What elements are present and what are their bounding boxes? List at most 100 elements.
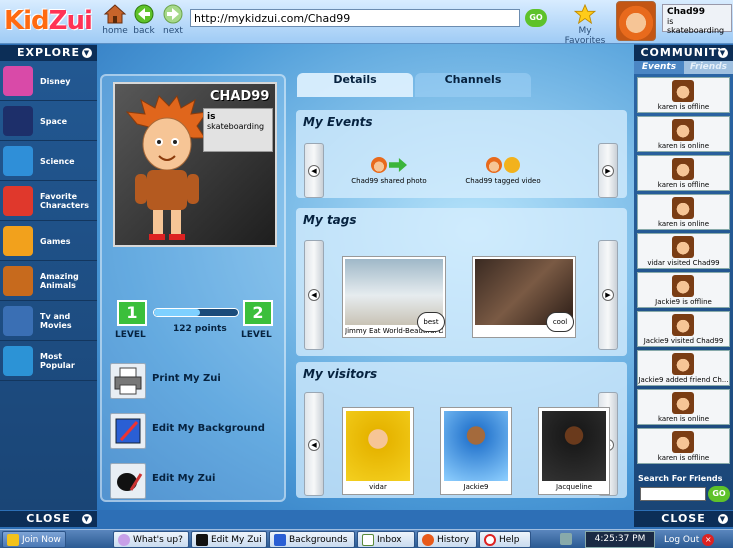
log-out-button[interactable]: Log Out ×	[660, 531, 731, 548]
community-event-item[interactable]: Jackie9 is offline	[637, 272, 730, 308]
explore-sidebar: Disney Space Science Favorite Characters…	[0, 61, 97, 510]
progress-bar	[153, 308, 239, 317]
explore-title: EXPLORE	[16, 46, 80, 59]
progress-fill	[154, 309, 201, 316]
smiley-icon	[118, 533, 130, 546]
home-label: home	[102, 26, 128, 36]
community-event-item[interactable]: karen is online	[637, 194, 730, 230]
community-event-item[interactable]: Jackie9 visited Chad99	[637, 311, 730, 347]
tags-scroll-right[interactable]: ▶	[598, 240, 618, 350]
edit-my-zui-button[interactable]: Edit My Zui	[110, 463, 280, 501]
logo-text-accent: Zui	[48, 6, 93, 36]
tab-events[interactable]: Events	[634, 61, 684, 74]
event-text: Chad99 tagged video	[465, 177, 541, 185]
event-item[interactable]: Chad99 tagged video	[460, 153, 546, 191]
logo-text-main: Kid	[4, 6, 50, 36]
science-icon	[3, 146, 33, 176]
explore-item-amazing-animals[interactable]: Amazing Animals	[0, 261, 97, 301]
favorites-button[interactable]: My Favorites	[560, 4, 610, 46]
envelope-icon	[362, 533, 374, 546]
user-name: Chad99	[667, 7, 706, 17]
kidzui-logo[interactable]: KidZui	[4, 6, 93, 36]
characters-icon	[3, 186, 33, 216]
tag-bubble: best	[417, 312, 445, 332]
events-scroll-left[interactable]: ◀	[304, 143, 324, 198]
print-my-zui-button[interactable]: Print My Zui	[110, 363, 280, 401]
help-button[interactable]: Help	[479, 531, 531, 548]
join-now-button[interactable]: Join Now	[2, 531, 66, 548]
person-icon	[7, 533, 19, 546]
inbox-label: Inbox	[377, 534, 402, 545]
animals-icon	[3, 266, 33, 296]
tab-details[interactable]: Details	[297, 73, 413, 97]
community-event-text: karen is online	[657, 415, 710, 423]
avatar	[672, 158, 694, 180]
back-arrow-icon	[134, 4, 154, 24]
explore-item-tv-and-movies[interactable]: Tv and Movies	[0, 301, 97, 341]
explore-item-most-popular[interactable]: Most Popular	[0, 341, 97, 381]
top-toolbar: KidZui home back next http://mykidzui.co…	[0, 0, 733, 46]
visitor-item[interactable]: Jackie9	[440, 407, 512, 495]
disney-icon	[3, 66, 33, 96]
avatar	[672, 275, 694, 297]
explore-item-disney[interactable]: Disney	[0, 61, 97, 101]
explore-close-button[interactable]: CLOSE ▼	[0, 511, 97, 527]
edit-my-zui-task-button[interactable]: Edit My Zui	[191, 531, 267, 548]
speaker-icon[interactable]	[560, 533, 572, 545]
community-event-item[interactable]: karen is offline	[637, 428, 730, 464]
visitor-item[interactable]: vidar	[342, 407, 414, 495]
address-bar[interactable]: http://mykidzui.com/Chad99	[190, 9, 520, 27]
user-badge[interactable]: Chad99 is skateboarding	[610, 0, 733, 44]
community-event-item[interactable]: karen is online	[637, 116, 730, 152]
explore-item-label: Space	[40, 116, 68, 126]
next-button[interactable]: next	[156, 4, 190, 36]
backgrounds-button[interactable]: Backgrounds	[269, 531, 355, 548]
printer-icon	[110, 363, 146, 399]
community-event-item[interactable]: karen is offline	[637, 77, 730, 113]
inbox-button[interactable]: Inbox	[357, 531, 415, 548]
explore-item-favorite-characters[interactable]: Favorite Characters	[0, 181, 97, 221]
tab-channels[interactable]: Channels	[415, 73, 531, 97]
chevron-down-icon: ▼	[82, 514, 92, 524]
avatar	[486, 157, 502, 173]
explore-item-games[interactable]: Games	[0, 221, 97, 261]
profile-status-box[interactable]: is skateboarding	[203, 108, 273, 152]
visitor-item[interactable]: Jacqueline	[538, 407, 610, 495]
tag-bubble: cool	[546, 312, 574, 332]
chevron-down-icon[interactable]: ▼	[718, 48, 728, 58]
history-button[interactable]: History	[417, 531, 477, 548]
explore-item-science[interactable]: Science	[0, 141, 97, 181]
avatar	[672, 353, 694, 375]
events-scroll-right[interactable]: ▶	[598, 143, 618, 198]
search-friends-input[interactable]	[640, 487, 706, 501]
search-friends-label: Search For Friends	[638, 474, 723, 483]
event-item[interactable]: Chad99 shared photo	[346, 153, 432, 191]
edit-my-background-button[interactable]: Edit My Background	[110, 413, 280, 451]
community-event-item[interactable]: Jackie9 added friend Ch...	[637, 350, 730, 386]
search-go-button[interactable]: GO	[708, 486, 730, 502]
close-icon: ×	[702, 533, 715, 546]
community-header[interactable]: COMMUNITY ▼	[634, 45, 733, 61]
edit-my-background-label: Edit My Background	[152, 423, 265, 434]
whats-up-label: What's up?	[133, 534, 183, 545]
community-close-button[interactable]: CLOSE ▼	[634, 511, 733, 527]
visitors-scroll-left[interactable]: ◀	[304, 392, 324, 496]
community-event-text: karen is offline	[657, 181, 710, 189]
community-event-item[interactable]: karen is online	[637, 389, 730, 425]
popular-icon	[3, 346, 33, 376]
go-button[interactable]: GO	[525, 9, 547, 27]
whats-up-button[interactable]: What's up?	[113, 531, 189, 548]
avatar-figure	[125, 94, 209, 240]
tab-friends[interactable]: Friends	[684, 61, 733, 74]
explore-header[interactable]: EXPLORE ▼	[0, 45, 97, 61]
explore-item-space[interactable]: Space	[0, 101, 97, 141]
current-level-label: LEVEL	[115, 330, 146, 340]
community-event-text: karen is offline	[657, 454, 710, 462]
community-title: COMMUNITY	[640, 46, 727, 59]
event-text: Chad99 shared photo	[351, 177, 427, 185]
community-event-item[interactable]: karen is offline	[637, 155, 730, 191]
community-event-item[interactable]: vidar visited Chad99	[637, 233, 730, 269]
tags-scroll-left[interactable]: ◀	[304, 240, 324, 350]
chevron-down-icon[interactable]: ▼	[82, 48, 92, 58]
favorites-label: My Favorites	[564, 26, 606, 46]
